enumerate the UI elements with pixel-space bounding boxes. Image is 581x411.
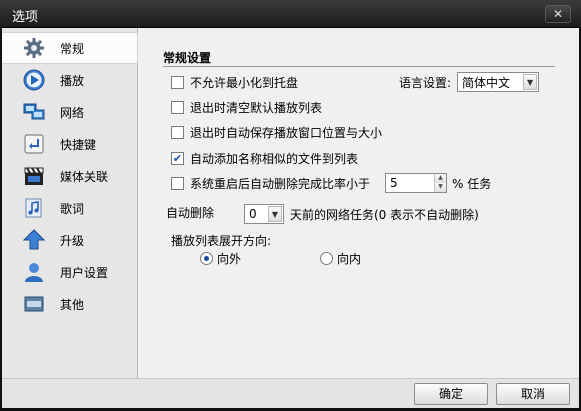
chevron-down-icon[interactable]: ▼ — [268, 206, 282, 222]
chevron-down-icon[interactable]: ▼ — [523, 74, 538, 90]
playlist-direction-row: 播放列表展开方向: — [171, 232, 271, 249]
restart-delete-value-row: 5 ▲ ▼ % 任务 — [385, 173, 491, 193]
upgrade-arrow-icon — [22, 228, 46, 252]
auto-delete-days-value: 0 — [249, 207, 257, 221]
auto-delete-row: 自动删除 — [166, 204, 214, 221]
clear-playlist-label: 退出时清空默认播放列表 — [190, 101, 323, 115]
auto-delete-suffix: 天前的网络任务(0 表示不自动删除) — [290, 207, 479, 222]
sidebar-item-user-settings[interactable]: 用户设置 — [2, 256, 137, 288]
radio-selected-dot — [204, 256, 209, 261]
sidebar-item-label: 其他 — [60, 297, 85, 312]
user-icon — [22, 260, 46, 284]
completion-ratio-suffix: % 任务 — [452, 176, 492, 191]
auto-delete-label: 自动删除 — [166, 206, 215, 220]
completion-ratio-value: 5 — [390, 176, 398, 190]
close-icon: ✕ — [552, 7, 564, 21]
save-window-checkbox[interactable] — [171, 126, 184, 139]
completion-ratio-stepper[interactable]: 5 ▲ ▼ — [385, 173, 447, 193]
section-title: 常规设置 — [163, 51, 212, 65]
ok-button[interactable]: 确定 — [414, 383, 488, 405]
auto-delete-days-select[interactable]: 0 ▼ — [244, 204, 284, 224]
restart-delete-checkbox[interactable] — [171, 177, 184, 190]
sidebar-item-network[interactable]: 网络 — [2, 96, 137, 128]
dialog-footer: 确定 取消 — [2, 378, 579, 408]
sidebar-item-label: 升级 — [60, 233, 85, 248]
sidebar: 常规 播放 网络 快捷键 媒体关联 歌词 升级 用户设置 其他 — [2, 28, 138, 378]
sidebar-item-playback[interactable]: 播放 — [2, 64, 137, 96]
sidebar-item-other[interactable]: 其他 — [2, 288, 137, 320]
playlist-direction-label: 播放列表展开方向: — [171, 234, 272, 248]
play-icon — [22, 68, 46, 92]
sidebar-item-lyrics[interactable]: 歌词 — [2, 192, 137, 224]
language-select[interactable]: 简体中文 ▼ — [457, 72, 540, 92]
sidebar-item-label: 快捷键 — [60, 137, 97, 152]
direction-outward-label: 向外 — [217, 252, 242, 266]
restart-delete-row: 系统重启后自动删除完成比率小于 — [171, 175, 370, 192]
title-bar[interactable]: 选项 ✕ — [0, 0, 581, 28]
direction-inward-option[interactable]: 向内 — [320, 250, 361, 267]
sidebar-item-label: 播放 — [60, 73, 85, 88]
stepper-up-icon[interactable]: ▲ — [435, 174, 446, 183]
language-label: 语言设置: — [399, 75, 452, 90]
shortcut-key-icon — [22, 132, 46, 156]
sidebar-item-general[interactable]: 常规 — [2, 32, 138, 64]
language-value: 简体中文 — [462, 75, 511, 90]
lyrics-note-icon — [22, 196, 46, 220]
sidebar-item-shortcuts[interactable]: 快捷键 — [2, 128, 137, 160]
general-settings-panel: 常规设置 不允许最小化到托盘 语言设置: 简体中文 ▼ 退出时清空默认播放列表 … — [139, 28, 579, 378]
auto-add-similar-checkbox[interactable]: ✔ — [171, 152, 184, 165]
sidebar-item-label: 歌词 — [60, 201, 85, 216]
sidebar-item-upgrade[interactable]: 升级 — [2, 224, 137, 256]
direction-outward-radio[interactable] — [200, 252, 213, 265]
close-button[interactable]: ✕ — [545, 5, 571, 23]
sidebar-item-media-association[interactable]: 媒体关联 — [2, 160, 137, 192]
auto-add-similar-row: ✔ 自动添加名称相似的文件到列表 — [171, 150, 358, 167]
direction-outward-option[interactable]: 向外 — [200, 250, 241, 267]
direction-inward-radio[interactable] — [320, 252, 333, 265]
restart-delete-label: 系统重启后自动删除完成比率小于 — [190, 177, 371, 191]
dialog-body: 常规 播放 网络 快捷键 媒体关联 歌词 升级 用户设置 其他 常规设置 不允许… — [2, 28, 579, 408]
network-icon — [22, 100, 46, 124]
cancel-button[interactable]: 取消 — [496, 383, 570, 405]
checkmark-icon: ✔ — [172, 152, 183, 165]
section-divider — [163, 66, 555, 67]
other-box-icon — [22, 292, 46, 316]
language-row: 语言设置: 简体中文 ▼ — [399, 72, 540, 92]
save-window-row: 退出时自动保存播放窗口位置与大小 — [171, 124, 382, 141]
sidebar-item-label: 用户设置 — [60, 265, 109, 280]
window-title: 选项 — [12, 10, 39, 25]
save-window-label: 退出时自动保存播放窗口位置与大小 — [190, 126, 383, 140]
stepper-buttons: ▲ ▼ — [434, 174, 446, 192]
stepper-down-icon[interactable]: ▼ — [435, 183, 446, 192]
sidebar-item-label: 网络 — [60, 105, 85, 120]
clear-playlist-checkbox[interactable] — [171, 101, 184, 114]
minimize-to-tray-row: 不允许最小化到托盘 — [171, 74, 298, 91]
clear-playlist-row: 退出时清空默认播放列表 — [171, 99, 322, 116]
direction-inward-label: 向内 — [337, 252, 362, 266]
minimize-to-tray-label: 不允许最小化到托盘 — [190, 76, 299, 90]
auto-add-similar-label: 自动添加名称相似的文件到列表 — [190, 152, 359, 166]
gear-icon — [22, 36, 46, 60]
minimize-to-tray-checkbox[interactable] — [171, 76, 184, 89]
sidebar-item-label: 常规 — [60, 41, 85, 56]
options-dialog: 选项 ✕ 常规 播放 网络 快捷键 媒体关联 歌词 升级 用户设置 其他 常规设… — [0, 0, 581, 411]
sidebar-item-label: 媒体关联 — [60, 169, 109, 184]
auto-delete-value-row: 0 ▼ 天前的网络任务(0 表示不自动删除) — [244, 204, 479, 224]
clapperboard-icon — [22, 164, 46, 188]
